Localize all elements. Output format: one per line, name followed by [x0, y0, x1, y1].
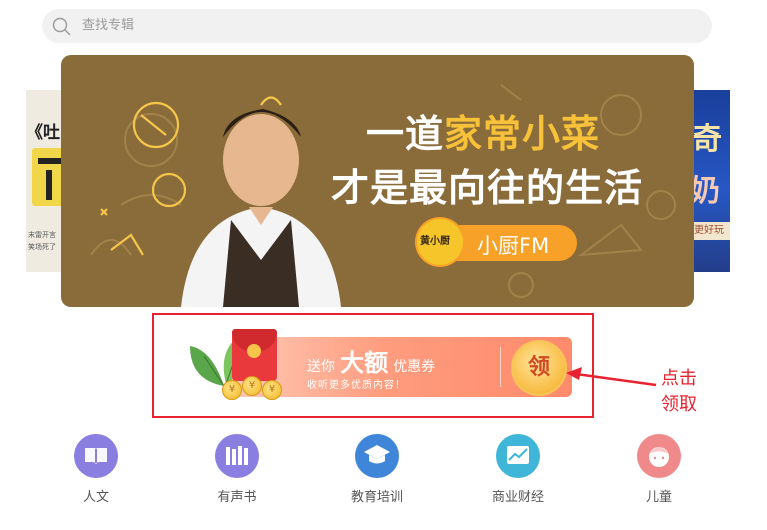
- carousel-prev-card[interactable]: 《吐 末雷开言 笑场死了: [26, 90, 62, 272]
- chef-person: [181, 109, 341, 307]
- coupon-subtitle: 收听更多优质内容！: [307, 380, 406, 391]
- category-label: 教育培训: [350, 490, 403, 505]
- child-icon: [637, 434, 681, 478]
- category-label: 儿童: [645, 490, 672, 505]
- prev-card-caption-2: 笑场死了: [28, 243, 56, 251]
- next-card-tag: 更好玩: [690, 222, 730, 240]
- annotation-note: 点击 领取: [661, 368, 697, 415]
- banner-headline-line1: 一道家常小菜: [366, 112, 601, 156]
- search-bar[interactable]: 查找专辑: [42, 9, 712, 43]
- prev-card-graphic: [32, 148, 62, 206]
- search-input[interactable]: 查找专辑: [82, 17, 134, 35]
- book-icon: [74, 434, 118, 478]
- prev-card-title: 《吐: [26, 123, 60, 143]
- category-humanities[interactable]: 人文: [56, 434, 136, 505]
- red-envelope-icon: [232, 329, 277, 381]
- chart-icon: [496, 434, 540, 478]
- category-audiobooks[interactable]: 有声书: [197, 434, 277, 505]
- graduation-cap-icon: [355, 434, 399, 478]
- banner-headline-line2: 才是最向往的生活: [331, 166, 644, 210]
- brand-logo: 黄小厨: [417, 219, 463, 265]
- next-card-title-1: 奇: [692, 122, 722, 157]
- coin-icon: ¥: [262, 380, 282, 400]
- category-education[interactable]: 教育培训: [337, 434, 417, 505]
- category-label: 有声书: [217, 490, 257, 505]
- prev-card-caption-1: 末雷开言: [28, 231, 56, 239]
- claim-coupon-button[interactable]: 领: [511, 340, 567, 396]
- coin-icon: ¥: [222, 380, 242, 400]
- search-icon: [52, 17, 71, 36]
- next-card-title-2: 奶: [690, 174, 720, 209]
- coin-icon: ¥: [242, 376, 262, 396]
- arrow-icon: [566, 367, 657, 387]
- coupon-title: 送你 大额 优惠券: [307, 349, 436, 377]
- bookshelf-icon: [215, 434, 259, 478]
- carousel-next-card[interactable]: 奇 奶 更好玩: [690, 90, 730, 272]
- category-children[interactable]: 儿童: [619, 434, 699, 505]
- category-business[interactable]: 商业财经: [478, 434, 558, 505]
- category-label: 商业财经: [491, 490, 544, 505]
- coupon-divider: [500, 347, 501, 387]
- main-banner[interactable]: 一道家常小菜 才是最向往的生活 黄小厨 小厨FM: [61, 55, 694, 307]
- category-label: 人文: [82, 490, 109, 505]
- brand-name: 小厨FM: [477, 234, 550, 258]
- brand-pill: 黄小厨 小厨FM: [417, 219, 577, 265]
